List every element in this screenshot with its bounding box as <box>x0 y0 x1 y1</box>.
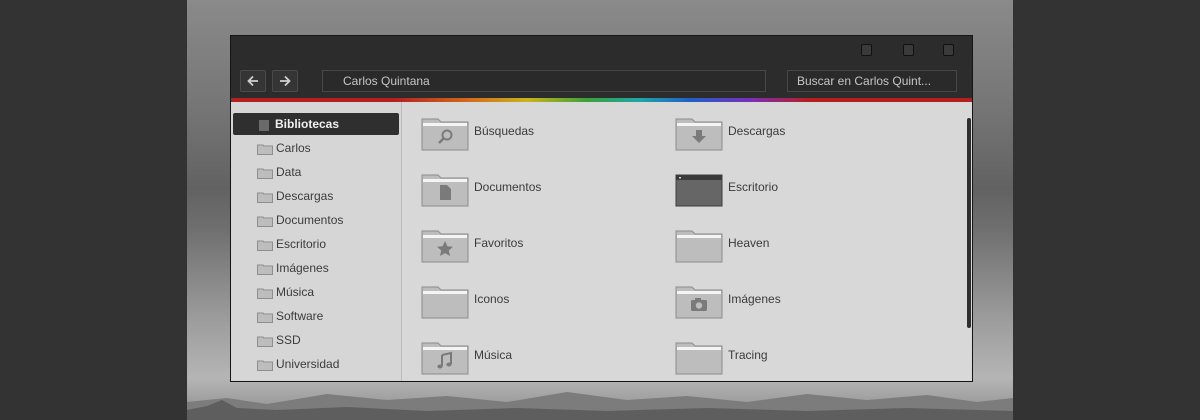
desktop-icon <box>675 174 723 207</box>
sidebar-item-data[interactable]: Data <box>233 161 399 183</box>
sidebar-item-descargas[interactable]: Descargas <box>233 185 399 207</box>
music-note-icon <box>421 342 469 375</box>
folder-icon <box>257 360 273 371</box>
title-bar[interactable] <box>231 36 972 64</box>
sidebar-item-label: Bibliotecas <box>275 117 340 131</box>
sidebar-item-software[interactable]: Software <box>233 305 399 327</box>
search-input[interactable]: Buscar en Carlos Quint... <box>787 70 957 92</box>
forward-button[interactable] <box>272 70 298 92</box>
folder-label: Tracing <box>728 348 768 362</box>
folder-icon <box>257 288 273 299</box>
folder-tile-documentos[interactable]: Documentos <box>403 160 643 207</box>
sidebar-item-label: SSD <box>276 333 301 347</box>
folder-tile-heaven[interactable]: Heaven <box>657 216 897 263</box>
folder-label: Documentos <box>474 180 542 194</box>
sidebar-item-label: Escritorio <box>276 237 327 251</box>
sidebar-item-label: Data <box>276 165 302 179</box>
folder-tile-iconos[interactable]: Iconos <box>403 272 643 319</box>
camera-icon <box>675 286 723 319</box>
content-area: Bibliotecas Carlos Data Descargas Docume… <box>231 102 972 381</box>
folder-label: Heaven <box>728 236 770 250</box>
close-button[interactable] <box>943 44 954 56</box>
sidebar-item-universidad[interactable]: Universidad <box>233 353 399 375</box>
sidebar-item-imagenes[interactable]: Imágenes <box>233 257 399 279</box>
sidebar-item-label: Imágenes <box>276 261 329 275</box>
folder-tile-musica[interactable]: Música <box>403 328 643 375</box>
folder-icon <box>675 230 723 263</box>
sidebar-item-ssd[interactable]: SSD <box>233 329 399 351</box>
sidebar-item-escritorio[interactable]: Escritorio <box>233 233 399 255</box>
download-arrow-icon <box>675 118 723 151</box>
folder-label: Descargas <box>728 124 786 138</box>
folder-icon <box>257 216 273 227</box>
star-icon <box>421 230 469 263</box>
folder-label: Iconos <box>474 292 510 306</box>
library-icon <box>259 120 269 131</box>
sidebar-item-bibliotecas[interactable]: Bibliotecas <box>233 113 399 135</box>
sidebar-item-label: Descargas <box>276 189 334 203</box>
folder-icon <box>421 286 469 319</box>
sidebar-item-label: Software <box>276 309 324 323</box>
sidebar-item-label: Universidad <box>276 357 340 371</box>
folder-grid: Búsquedas Descargas Documentos Escritori… <box>403 102 972 381</box>
folder-icon <box>257 336 273 347</box>
maximize-button[interactable] <box>903 44 914 56</box>
folder-icon <box>257 312 273 323</box>
folder-icon <box>257 144 273 155</box>
folder-label: Favoritos <box>474 236 524 250</box>
document-icon <box>421 174 469 207</box>
folder-icon <box>257 240 273 251</box>
folder-label: Imágenes <box>728 292 781 306</box>
file-explorer-window: Carlos Quintana Buscar en Carlos Quint..… <box>230 35 973 382</box>
folder-icon <box>257 192 273 203</box>
sidebar-item-musica[interactable]: Música <box>233 281 399 303</box>
mountain-silhouette <box>187 392 1013 420</box>
folder-tile-busquedas[interactable]: Búsquedas <box>403 104 643 151</box>
vertical-scrollbar[interactable] <box>967 118 971 328</box>
folder-icon <box>257 168 273 179</box>
folder-tile-imagenes[interactable]: Imágenes <box>657 272 897 319</box>
sidebar-item-label: Carlos <box>276 141 311 155</box>
toolbar: Carlos Quintana Buscar en Carlos Quint..… <box>231 64 972 98</box>
folder-tile-tracing[interactable]: Tracing <box>657 328 897 375</box>
folder-tile-escritorio[interactable]: Escritorio <box>657 160 897 207</box>
navigation-pane: Bibliotecas Carlos Data Descargas Docume… <box>231 102 402 381</box>
folder-icon <box>675 342 723 375</box>
folder-tile-favoritos[interactable]: Favoritos <box>403 216 643 263</box>
address-bar[interactable]: Carlos Quintana <box>322 70 766 92</box>
back-button[interactable] <box>240 70 266 92</box>
search-icon <box>421 118 469 151</box>
folder-label: Música <box>474 348 513 362</box>
sidebar-item-label: Música <box>276 285 315 299</box>
minimize-button[interactable] <box>861 44 872 56</box>
sidebar-item-carlos[interactable]: Carlos <box>233 137 399 159</box>
folder-label: Búsquedas <box>474 124 535 138</box>
folder-label: Escritorio <box>728 180 779 194</box>
folder-icon <box>257 264 273 275</box>
sidebar-item-label: Documentos <box>276 213 344 227</box>
arrow-left-icon <box>247 75 258 87</box>
sidebar-item-documentos[interactable]: Documentos <box>233 209 399 231</box>
folder-tile-descargas[interactable]: Descargas <box>657 104 897 151</box>
arrow-right-icon <box>280 75 291 87</box>
